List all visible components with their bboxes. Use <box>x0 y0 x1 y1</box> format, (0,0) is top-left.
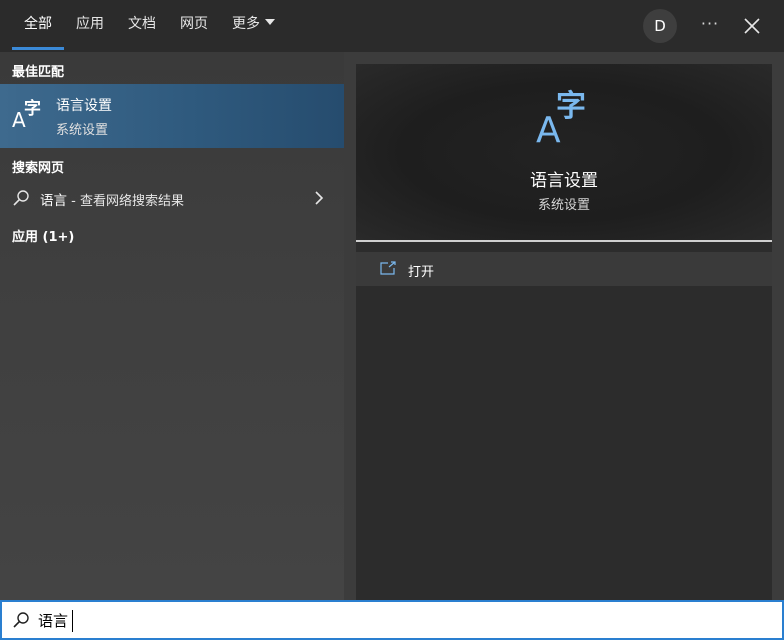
results-panel: 最佳匹配 A 字 语言设置 系统设置 搜索网页 语言 - 查看网络搜索结果 应用… <box>0 52 344 600</box>
preview-divider <box>356 240 772 242</box>
chevron-down-icon <box>265 19 275 25</box>
web-search-query: 语言 <box>40 193 67 209</box>
preview-card: A 字 语言设置 系统设置 <box>356 64 772 240</box>
open-icon <box>380 261 396 275</box>
tab-more-label: 更多 <box>232 16 260 32</box>
text-caret <box>72 610 73 632</box>
avatar[interactable]: D <box>643 9 677 43</box>
language-settings-icon: A 字 <box>12 98 41 130</box>
tab-web[interactable]: 网页 <box>168 0 220 52</box>
more-options-label: ··· <box>700 14 720 33</box>
tab-more[interactable]: 更多 <box>220 0 287 52</box>
web-search-text: 语言 - 查看网络搜索结果 <box>40 189 184 209</box>
tab-apps-label: 应用 <box>76 16 104 32</box>
chevron-right-icon[interactable] <box>310 189 328 207</box>
search-input[interactable] <box>38 606 738 634</box>
filter-tabs: 全部 应用 文档 网页 更多 <box>12 0 287 52</box>
preview-subtitle: 系统设置 <box>537 198 590 213</box>
top-bar: 全部 应用 文档 网页 更多 D ··· <box>0 0 784 52</box>
search-bar <box>0 600 784 640</box>
tab-documents-label: 文档 <box>128 16 156 32</box>
language-settings-icon: A 字 <box>536 89 586 146</box>
best-match-title: 语言设置 <box>56 98 112 114</box>
tab-web-label: 网页 <box>180 16 208 32</box>
preview-title: 语言设置 <box>530 171 598 191</box>
open-action[interactable]: 打开 <box>356 252 772 286</box>
more-options-button[interactable]: ··· <box>692 9 728 43</box>
avatar-initial: D <box>654 17 666 35</box>
best-match-item[interactable]: A 字 语言设置 系统设置 <box>0 84 344 148</box>
search-icon <box>13 190 29 206</box>
search-icon <box>13 612 29 628</box>
svg-text:字: 字 <box>556 89 586 124</box>
web-search-item[interactable]: 语言 - 查看网络搜索结果 <box>0 184 344 212</box>
section-web-search: 搜索网页 <box>12 161 65 176</box>
close-icon <box>744 18 760 34</box>
preview-panel: A 字 语言设置 系统设置 打开 <box>356 64 772 600</box>
svg-text:字: 字 <box>24 98 41 119</box>
open-label: 打开 <box>408 265 435 280</box>
web-search-suffix: - 查看网络搜索结果 <box>67 194 184 209</box>
section-best-match: 最佳匹配 <box>12 65 65 80</box>
tab-all[interactable]: 全部 <box>12 0 64 52</box>
tab-all-label: 全部 <box>24 16 52 32</box>
section-apps[interactable]: 应用 (1+) <box>12 226 74 245</box>
tab-apps[interactable]: 应用 <box>64 0 116 52</box>
tab-documents[interactable]: 文档 <box>116 0 168 52</box>
best-match-subtitle: 系统设置 <box>56 123 109 138</box>
close-button[interactable] <box>737 9 767 43</box>
